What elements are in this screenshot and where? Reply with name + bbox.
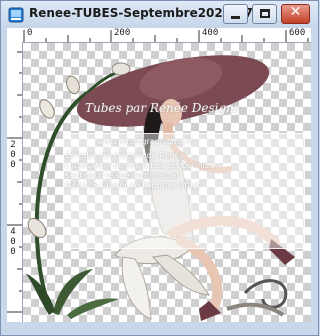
ruler-label-600: 600 — [289, 28, 306, 38]
watermark-title: Tubes par Renée Designs — [85, 101, 241, 115]
close-icon: ✕ — [289, 4, 302, 20]
watermark-line-4: Merci de laisser ce filigrane intact — [65, 181, 201, 190]
watermark-line-2: L'utilisation de ces tubes est permise — [65, 161, 214, 170]
horizontal-ruler[interactable]: 0 200 400 600 — [22, 28, 311, 43]
ruler-label-4-zero-b: 0 — [10, 247, 16, 257]
minimize-button[interactable] — [223, 4, 248, 24]
ruler-label-200: 200 — [114, 28, 131, 38]
vertical-ruler[interactable]: 2 0 0 4 0 0 — [7, 42, 23, 322]
ruler-label-400: 400 — [202, 28, 219, 38]
vertical-ruler-ticks — [7, 51, 22, 313]
maximize-button[interactable] — [252, 4, 277, 24]
ruler-label-2: 2 — [10, 140, 16, 150]
app-icon — [8, 7, 24, 23]
close-button[interactable]: ✕ — [281, 4, 310, 24]
watermark-line-3: sauf pour usage commercial — [65, 171, 179, 180]
ruler-label-2-zero-a: 0 — [10, 150, 16, 160]
maximize-icon — [260, 9, 270, 18]
minimize-icon — [231, 16, 240, 19]
ruler-label-4-zero-a: 0 — [10, 237, 16, 247]
ruler-label-2-zero-b: 0 — [10, 160, 16, 170]
ruler-label-0: 0 — [27, 28, 33, 38]
watermark-site: www.reneegraphisme.fr — [97, 137, 193, 146]
image-window: Renee-TUBES-Septembre2024-47... ✕ 0 200 … — [0, 0, 319, 336]
ruler-corner — [7, 28, 23, 43]
ruler-label-4: 4 — [10, 227, 16, 237]
title-bar[interactable]: Renee-TUBES-Septembre2024-47... ✕ — [1, 1, 318, 28]
watermark-line-1: Ce tube est l'œuvre de Renée — [65, 151, 185, 160]
horizontal-ruler-ticks — [23, 30, 309, 42]
